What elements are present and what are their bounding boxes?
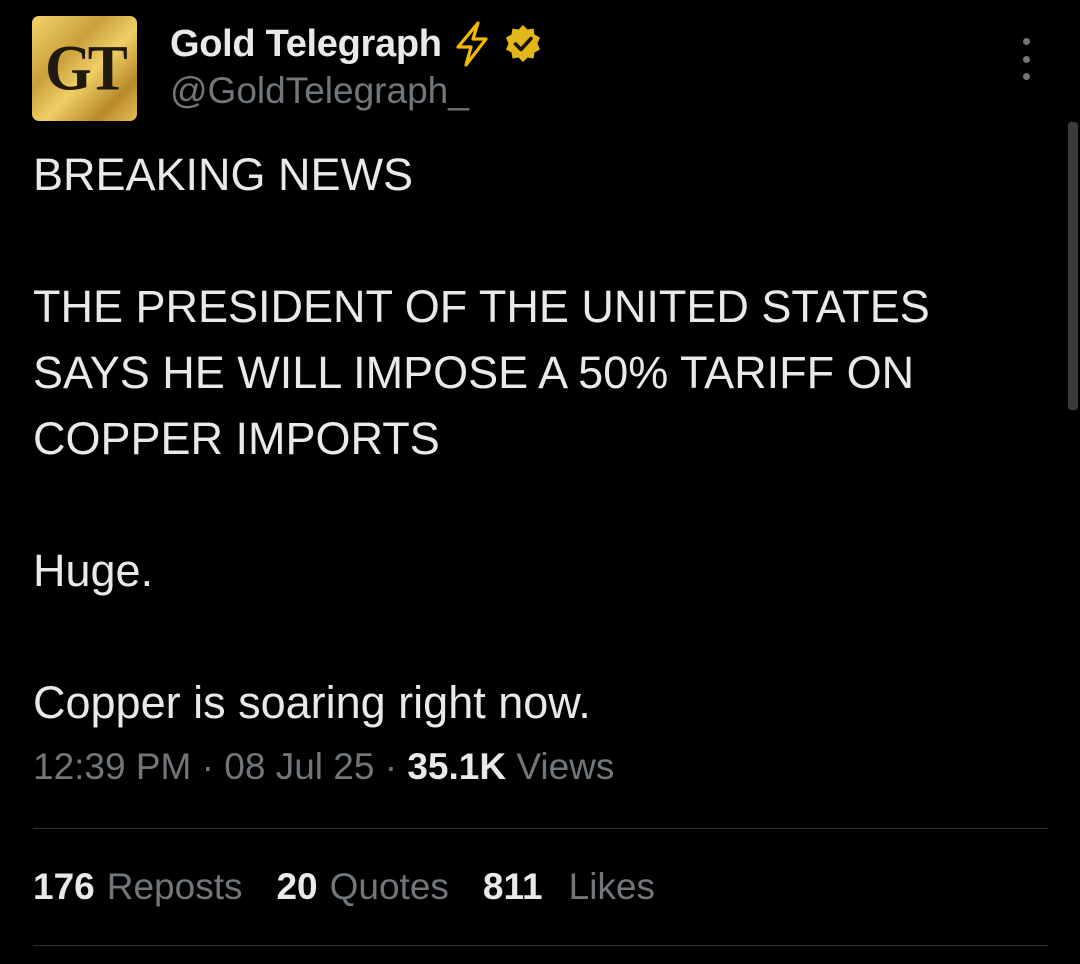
reposts-label: Reposts: [106, 866, 243, 907]
verified-badge-icon[interactable]: [502, 23, 544, 65]
tweet-date[interactable]: 08 Jul 25: [224, 746, 374, 787]
engagement-stats: 176 Reposts 20 Quotes 811 Likes: [33, 866, 655, 908]
likes-stat[interactable]: 811 Likes: [483, 866, 655, 908]
lightning-bolt-icon: [452, 21, 492, 67]
divider: [33, 945, 1048, 946]
meta-separator: ·: [374, 746, 408, 787]
likes-count: 811: [482, 866, 543, 907]
reposts-count: 176: [33, 866, 95, 907]
divider: [33, 828, 1048, 829]
views-label: Views: [516, 746, 615, 787]
tweet-meta: 12:39 PM · 08 Jul 25 · 35.1K Views: [33, 746, 614, 788]
account-handle[interactable]: @GoldTelegraph_: [170, 70, 469, 112]
tweet-time[interactable]: 12:39 PM: [33, 746, 191, 787]
quotes-count: 20: [276, 866, 318, 907]
tweet-line-breaking: BREAKING NEWS: [33, 149, 414, 200]
display-name[interactable]: Gold Telegraph: [170, 23, 442, 66]
more-options-icon[interactable]: [1012, 38, 1040, 80]
scrollbar[interactable]: [1068, 122, 1078, 410]
tweet-line-copper: Copper is soaring right now.: [33, 677, 591, 728]
avatar-logo-text: GT: [45, 32, 128, 104]
avatar[interactable]: GT: [32, 16, 137, 121]
quotes-label: Quotes: [329, 866, 449, 907]
author-name-row: Gold Telegraph: [170, 18, 544, 70]
quotes-stat[interactable]: 20 Quotes: [276, 866, 448, 908]
tweet-text: BREAKING NEWS THE PRESIDENT OF THE UNITE…: [33, 142, 1023, 736]
tweet-line-headline: THE PRESIDENT OF THE UNITED STATES SAYS …: [33, 281, 930, 464]
tweet-line-huge: Huge.: [33, 545, 154, 596]
likes-label: Likes: [568, 866, 656, 907]
views-count: 35.1K: [407, 746, 507, 787]
meta-separator: ·: [191, 746, 225, 787]
reposts-stat[interactable]: 176 Reposts: [33, 866, 242, 908]
